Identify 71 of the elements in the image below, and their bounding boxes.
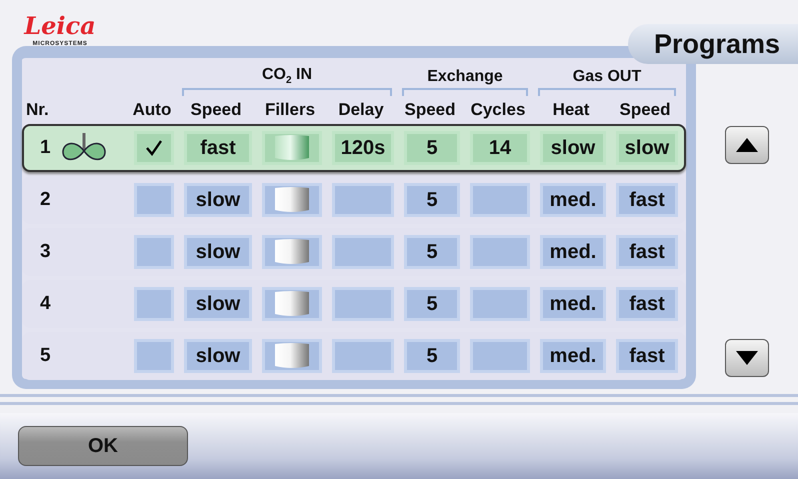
table-cell[interactable]: 5 xyxy=(404,183,460,217)
table-cell[interactable]: slow xyxy=(616,131,678,165)
up-triangle-icon xyxy=(736,138,758,152)
column-header: Cycles xyxy=(470,100,526,120)
program-number: 5 xyxy=(40,345,51,367)
table-cell[interactable] xyxy=(470,183,530,217)
column-header: Auto xyxy=(132,100,172,120)
table-cell[interactable]: slow xyxy=(184,235,252,269)
table-cell[interactable]: med. xyxy=(540,183,606,217)
fillers-cell[interactable] xyxy=(262,287,322,321)
table-cell[interactable]: fast xyxy=(616,183,678,217)
table-cell[interactable] xyxy=(332,183,394,217)
table-cell[interactable]: med. xyxy=(540,339,606,373)
scroll-down-button[interactable] xyxy=(725,339,769,377)
column-group-label: Exchange xyxy=(427,68,503,86)
fillers-cell[interactable] xyxy=(262,131,322,165)
table-cell[interactable] xyxy=(332,235,394,269)
auto-checkbox[interactable] xyxy=(134,183,174,217)
auto-checkbox[interactable] xyxy=(134,131,174,165)
column-header: Speed xyxy=(619,100,671,120)
scroll-up-button[interactable] xyxy=(725,126,769,164)
table-cell[interactable]: slow xyxy=(184,287,252,321)
column-header: Delay xyxy=(338,100,384,120)
auto-checkbox[interactable] xyxy=(134,339,174,373)
cylinder-icon xyxy=(274,290,310,318)
screen-title: Programs xyxy=(628,24,798,64)
auto-checkbox[interactable] xyxy=(134,287,174,321)
column-header: Heat xyxy=(552,100,590,120)
fillers-cell[interactable] xyxy=(262,339,322,373)
ok-button[interactable]: OK xyxy=(18,426,188,466)
cylinder-icon xyxy=(274,186,310,214)
fillers-cell[interactable] xyxy=(262,183,322,217)
program-number: 4 xyxy=(40,293,51,315)
table-cell[interactable]: 5 xyxy=(404,339,460,373)
table-cell[interactable]: fast xyxy=(616,235,678,269)
brand-logo: Leica xyxy=(24,14,96,38)
table-cell[interactable]: slow xyxy=(184,339,252,373)
table-cell[interactable]: slow xyxy=(184,183,252,217)
cylinder-icon xyxy=(274,134,310,162)
program-number: 1 xyxy=(40,137,51,159)
column-group-label: Gas OUT xyxy=(572,68,642,86)
cylinder-icon xyxy=(274,342,310,370)
column-header: Fillers xyxy=(264,100,316,120)
column-header: Speed xyxy=(404,100,456,120)
down-triangle-icon xyxy=(736,351,758,365)
table-cell[interactable]: slow xyxy=(540,131,606,165)
program-number: 2 xyxy=(40,189,51,211)
column-group-label: CO$_{2}$ IN xyxy=(262,66,312,86)
table-cell[interactable] xyxy=(470,287,530,321)
table-cell[interactable]: 5 xyxy=(404,235,460,269)
table-cell[interactable]: 14 xyxy=(470,131,530,165)
program-number: 3 xyxy=(40,241,51,263)
table-cell[interactable] xyxy=(470,339,530,373)
table-cell[interactable]: 120s xyxy=(332,131,394,165)
column-header: Speed xyxy=(190,100,242,120)
table-cell[interactable]: 5 xyxy=(404,287,460,321)
program-row[interactable]: 1 fast 120s 5 14 slow slow xyxy=(22,124,686,172)
checkmark-icon xyxy=(144,138,164,158)
table-cell[interactable]: 5 xyxy=(404,131,460,165)
auto-checkbox[interactable] xyxy=(134,235,174,269)
cylinder-icon xyxy=(274,238,310,266)
table-cell[interactable] xyxy=(332,287,394,321)
table-cell[interactable]: med. xyxy=(540,287,606,321)
table-cell[interactable]: med. xyxy=(540,235,606,269)
fillers-cell[interactable] xyxy=(262,235,322,269)
table-cell[interactable]: fast xyxy=(184,131,252,165)
table-cell[interactable]: fast xyxy=(616,287,678,321)
table-cell[interactable] xyxy=(470,235,530,269)
column-header: Nr. xyxy=(26,100,49,120)
table-cell[interactable]: fast xyxy=(616,339,678,373)
table-cell[interactable] xyxy=(332,339,394,373)
